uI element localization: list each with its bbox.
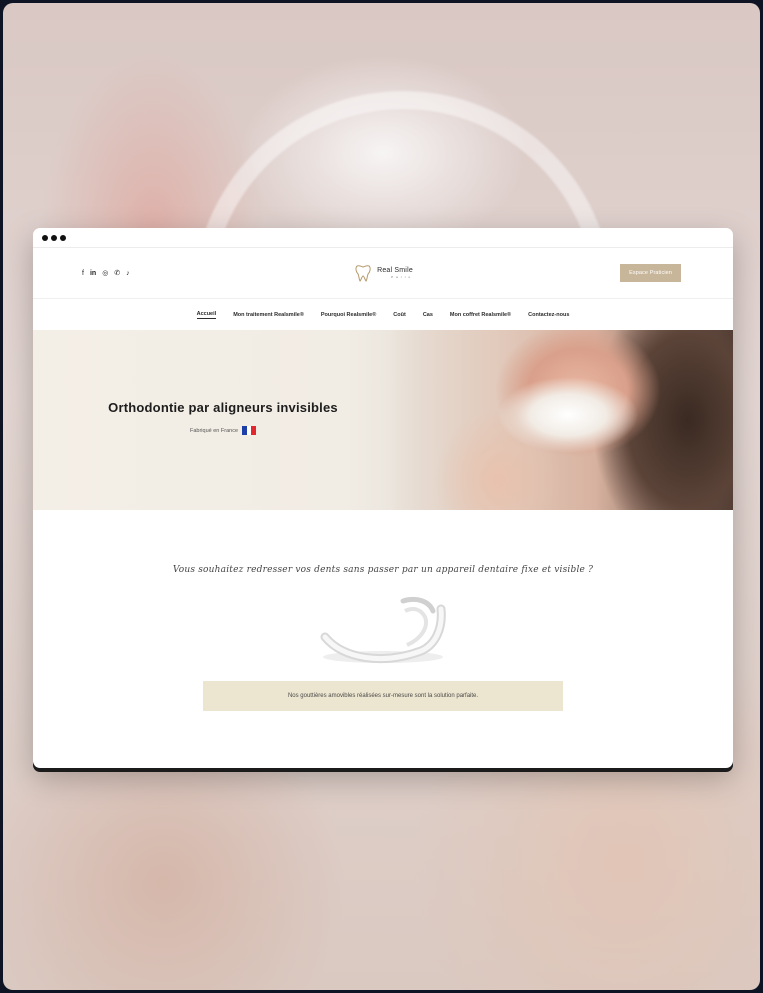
tooth-logo-icon <box>355 265 371 282</box>
background-photo: f in ◎ ✆ ♪ Real Smile Paris Espace Prati… <box>3 3 760 990</box>
nav-item-mon-traitement[interactable]: Mon traitement Realsmile® <box>233 312 304 318</box>
window-dot-icon <box>42 234 48 241</box>
instagram-icon[interactable]: ◎ <box>102 270 108 277</box>
site-header: f in ◎ ✆ ♪ Real Smile Paris Espace Prati… <box>33 248 733 298</box>
brand-subtitle: Paris <box>391 275 413 279</box>
practitioner-space-button[interactable]: Espace Praticien <box>620 264 681 282</box>
facebook-icon[interactable]: f <box>82 270 84 277</box>
nav-item-contact[interactable]: Contactez-nous <box>528 312 569 318</box>
brand-name: Real Smile <box>377 267 413 274</box>
social-links: f in ◎ ✆ ♪ <box>82 270 130 277</box>
nav-item-cas[interactable]: Cas <box>423 312 433 318</box>
intro-tagline: Vous souhaitez redresser vos dents sans … <box>172 565 594 575</box>
tiktok-icon[interactable]: ♪ <box>126 270 130 277</box>
window-dot-icon <box>51 234 57 241</box>
window-dot-icon <box>60 234 66 241</box>
whatsapp-icon[interactable]: ✆ <box>114 270 120 277</box>
nav-item-mon-coffret[interactable]: Mon coffret Realsmile® <box>450 312 511 318</box>
browser-window: f in ◎ ✆ ♪ Real Smile Paris Espace Prati… <box>33 228 733 768</box>
hero-text: Orthodontie par aligneurs invisibles Fab… <box>33 330 413 510</box>
hero-banner: Orthodontie par aligneurs invisibles Fab… <box>33 330 733 510</box>
solution-text: Nos gouttières amovibles réalisées sur-m… <box>287 693 479 699</box>
hero-subtitle: Fabriqué en France <box>190 427 238 434</box>
nav-item-pourquoi[interactable]: Pourquoi Realsmile® <box>321 312 376 318</box>
aligner-image <box>320 596 446 664</box>
intro-section: Vous souhaitez redresser vos dents sans … <box>33 510 733 711</box>
nav-item-accueil[interactable]: Accueil <box>196 311 217 319</box>
solution-banner: Nos gouttières amovibles réalisées sur-m… <box>203 681 563 711</box>
main-nav: Accueil Mon traitement Realsmile® Pourqu… <box>33 298 733 330</box>
french-flag-icon <box>242 426 257 435</box>
linkedin-icon[interactable]: in <box>90 270 96 277</box>
hero-smiling-woman-image <box>388 330 733 510</box>
browser-title-bar <box>33 228 733 248</box>
hero-subtitle-row: Fabriqué en France <box>33 426 413 435</box>
site-logo[interactable]: Real Smile Paris <box>353 263 413 283</box>
nav-item-cout[interactable]: Coût <box>393 312 406 318</box>
hero-title: Orthodontie par aligneurs invisibles <box>108 400 338 415</box>
